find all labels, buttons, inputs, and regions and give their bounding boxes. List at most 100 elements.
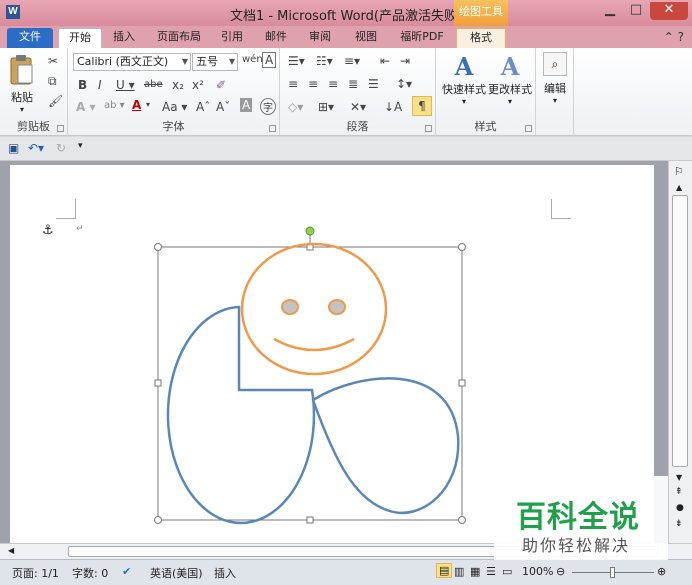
shrink-font-icon[interactable]: Aˇ	[216, 100, 230, 114]
previous-page-icon[interactable]: ⇞	[675, 487, 683, 497]
chevron-down-icon[interactable]: ▾	[146, 100, 150, 109]
resize-handle[interactable]	[154, 243, 162, 251]
minimize-button[interactable]: ▁	[598, 2, 622, 20]
resize-handle[interactable]	[154, 379, 162, 387]
customize-toolbar-icon[interactable]: ▾	[78, 141, 83, 151]
borders-icon[interactable]: ⊞▾	[318, 100, 334, 114]
teardrop-shape[interactable]	[311, 377, 460, 514]
undo-icon[interactable]: ↶▾	[28, 141, 44, 155]
numbering-icon[interactable]: ☷▾	[316, 54, 333, 68]
help-icon[interactable]: ⌃ ?	[664, 30, 684, 44]
chinese-layout-icon[interactable]: ✕▾	[350, 100, 366, 114]
print-layout-icon[interactable]: ▤	[436, 563, 453, 578]
bullets-icon[interactable]: ☰▾	[288, 54, 305, 68]
zoom-out-icon[interactable]: ⊖	[556, 565, 565, 578]
quick-styles-button[interactable]: A 快速样式 ▾	[440, 52, 488, 106]
italic-icon[interactable]: I	[98, 78, 102, 92]
smiley-face-shape[interactable]	[240, 242, 388, 376]
redo-icon[interactable]: ↻	[56, 141, 66, 155]
character-shading-icon[interactable]: A	[240, 98, 253, 112]
tab-references[interactable]: 引用	[214, 28, 250, 48]
resize-handle[interactable]	[154, 516, 162, 524]
grow-font-icon[interactable]: Aˆ	[196, 100, 210, 114]
paste-dropdown-icon[interactable]: ▾	[6, 105, 38, 114]
zoom-slider-thumb[interactable]	[610, 567, 615, 578]
proofing-icon[interactable]: ✔	[122, 565, 131, 578]
pie-shape[interactable]	[166, 305, 316, 525]
increase-indent-icon[interactable]: ⇥	[400, 54, 410, 68]
underline-icon[interactable]: U ▾	[116, 78, 135, 92]
close-button[interactable]: ✕	[650, 2, 688, 20]
scroll-left-icon[interactable]: ◀	[8, 546, 14, 555]
justify-icon[interactable]: ≣	[348, 77, 358, 91]
cut-icon[interactable]: ✂	[48, 54, 58, 68]
scroll-down-icon[interactable]: ▼	[676, 473, 682, 482]
resize-handle[interactable]	[458, 379, 466, 387]
phonetic-guide-icon[interactable]: wén	[242, 54, 263, 65]
page-count[interactable]: 页面: 1/1	[12, 565, 59, 581]
format-painter-icon[interactable]: 🖌	[48, 94, 63, 108]
change-styles-button[interactable]: A 更改样式 ▾	[486, 52, 534, 106]
vertical-scroll-thumb[interactable]	[672, 195, 688, 467]
word-count[interactable]: 字数: 0	[72, 565, 108, 581]
ruler-toggle-icon[interactable]: ⚐	[674, 165, 684, 178]
decrease-indent-icon[interactable]: ⇤	[380, 54, 390, 68]
maximize-button[interactable]: □	[624, 2, 648, 20]
full-screen-reading-icon[interactable]: ▥	[454, 565, 464, 578]
copy-icon[interactable]: ⧉	[48, 74, 57, 89]
font-launcher-icon[interactable]	[269, 125, 276, 132]
line-spacing-icon[interactable]: ↕▾	[396, 77, 412, 91]
tab-review[interactable]: 审阅	[302, 28, 338, 48]
editing-button[interactable]: ⌕ 编辑 ▾	[538, 52, 572, 105]
clear-formatting-icon[interactable]: ✐	[216, 78, 226, 92]
sort-icon[interactable]: ↓A	[384, 100, 402, 114]
resize-handle[interactable]	[458, 243, 466, 251]
text-effects-icon[interactable]: A ▾	[76, 100, 96, 114]
clipboard-launcher-icon[interactable]	[57, 125, 64, 132]
web-layout-icon[interactable]: ▦	[470, 565, 480, 578]
zoom-in-icon[interactable]: ⊕	[657, 565, 666, 578]
align-left-icon[interactable]: ≡	[288, 77, 298, 91]
shading-icon[interactable]: ◇▾	[288, 100, 303, 114]
character-border-icon[interactable]: A	[262, 52, 277, 68]
tab-foxit-pdf[interactable]: 福昕PDF	[394, 28, 450, 48]
font-size-combo[interactable]: 五号 ▼	[192, 53, 238, 71]
show-hide-marks-icon[interactable]: ¶	[412, 96, 432, 116]
resize-handle[interactable]	[458, 516, 466, 524]
zoom-level[interactable]: 100%	[522, 565, 553, 578]
strikethrough-icon[interactable]: abe	[144, 79, 163, 90]
insert-mode[interactable]: 插入	[214, 565, 236, 581]
outline-view-icon[interactable]: ☰	[486, 565, 496, 578]
align-right-icon[interactable]: ≡	[328, 77, 338, 91]
distributed-icon[interactable]: ☰	[368, 77, 379, 91]
font-color-icon[interactable]: A	[132, 98, 141, 112]
tab-mailings[interactable]: 邮件	[258, 28, 294, 48]
change-case-icon[interactable]: Aa ▾	[162, 100, 187, 114]
enclose-characters-icon[interactable]: 字	[260, 98, 276, 115]
draft-view-icon[interactable]: ▭	[502, 565, 512, 578]
subscript-icon[interactable]: x₂	[172, 78, 184, 92]
language-indicator[interactable]: 英语(美国)	[150, 565, 203, 581]
tab-insert[interactable]: 插入	[106, 28, 142, 48]
align-center-icon[interactable]: ≡	[308, 77, 318, 91]
font-name-combo[interactable]: Calibri (西文正文) ▼	[73, 53, 191, 71]
tab-home[interactable]: 开始	[58, 28, 102, 48]
styles-launcher-icon[interactable]	[525, 125, 532, 132]
drawing-canvas[interactable]	[150, 221, 470, 525]
next-page-icon[interactable]: ⇟	[675, 519, 683, 529]
tab-page-layout[interactable]: 页面布局	[150, 28, 208, 48]
save-icon[interactable]: ▣	[8, 141, 19, 155]
tab-file[interactable]: 文件	[7, 28, 53, 48]
tab-format[interactable]: 格式	[456, 28, 506, 48]
vertical-scrollbar[interactable]: ⚐ ▲ ▼ ⇞ ● ⇟	[668, 161, 692, 543]
superscript-icon[interactable]: x²	[192, 78, 204, 92]
bold-icon[interactable]: B	[78, 78, 87, 92]
resize-handle[interactable]	[306, 516, 314, 524]
browse-object-icon[interactable]: ●	[676, 503, 684, 513]
tab-view[interactable]: 视图	[346, 28, 386, 48]
rotate-handle[interactable]	[305, 226, 315, 236]
highlight-color-icon[interactable]: ab ▾	[104, 100, 125, 111]
scroll-up-icon[interactable]: ▲	[676, 183, 682, 192]
paragraph-launcher-icon[interactable]	[425, 125, 432, 132]
multilevel-list-icon[interactable]: ≡▾	[344, 54, 360, 68]
